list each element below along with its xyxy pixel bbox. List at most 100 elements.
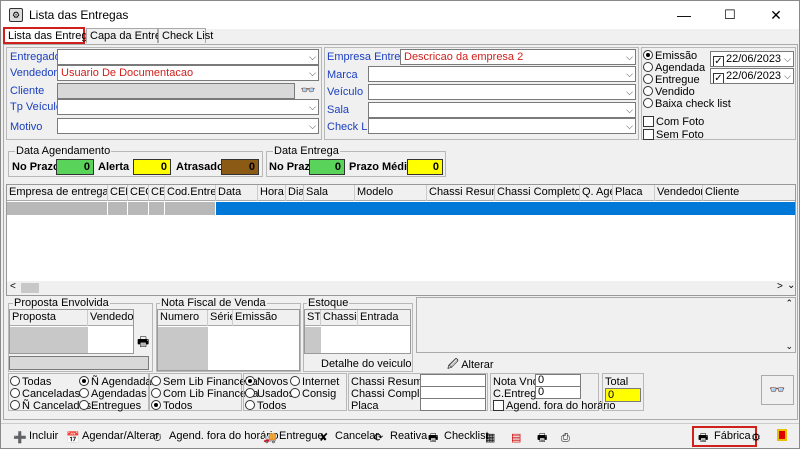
radio-entregues[interactable]: Entregues xyxy=(79,400,141,412)
placa-input[interactable] xyxy=(420,398,486,411)
veiculo-select[interactable]: ⌵ xyxy=(368,84,636,100)
entregue-button[interactable]: 🚚 Entregue xyxy=(263,428,324,446)
scroll-left-icon[interactable]: < xyxy=(10,281,16,292)
check-com-foto[interactable]: Com Foto xyxy=(643,116,704,128)
radio-todas[interactable]: Todas xyxy=(10,376,51,388)
entregador-select[interactable]: ⌵ xyxy=(57,49,319,65)
table-row[interactable] xyxy=(7,202,795,215)
radio-novos[interactable]: Novos xyxy=(245,376,288,388)
printer-icon[interactable]: 🖶 xyxy=(137,333,149,355)
report-button-2[interactable]: ▤ xyxy=(511,428,527,446)
motivo-select[interactable]: ⌵ xyxy=(57,118,319,134)
radio-agendada[interactable]: Agendada xyxy=(643,62,705,74)
incluir-button[interactable]: ➕ Incluir xyxy=(13,428,58,446)
col-data[interactable]: Data xyxy=(216,185,258,201)
col-dia[interactable]: Dia xyxy=(286,185,304,201)
col-modelo[interactable]: Modelo xyxy=(355,185,427,201)
fabrica-button[interactable]: 🖶 Fábrica xyxy=(692,426,757,447)
date-to-picker[interactable]: ✓ 22/06/2023 ⌵ xyxy=(710,68,794,84)
col-ce[interactable]: CE xyxy=(149,185,165,201)
radio-todos-lib[interactable]: Todos xyxy=(151,400,192,412)
print-button[interactable]: 🖶 xyxy=(537,428,553,446)
col-serie[interactable]: Série xyxy=(208,310,233,326)
radio-dot xyxy=(290,388,300,398)
entregas-grid[interactable]: Empresa de entrega CEE CEO CE Cod.Entreg… xyxy=(6,184,796,296)
report-button-1[interactable]: ▦ xyxy=(485,428,501,446)
col-cod-entrega[interactable]: Cod.Entrega xyxy=(165,185,216,201)
date-from-picker[interactable]: ✓ 22/06/2023 ⌵ xyxy=(710,51,794,67)
settings-button[interactable]: ⚙ xyxy=(751,428,767,446)
col-sala[interactable]: Sala xyxy=(304,185,355,201)
radio-entregue[interactable]: Entregue xyxy=(643,74,700,86)
cancelar-button[interactable]: ✘ Cancelar xyxy=(319,428,379,446)
radio-emissao[interactable]: Emissão xyxy=(643,50,697,62)
estoque-grid[interactable]: ST Chassi Entrada xyxy=(304,309,411,354)
col-chassi[interactable]: Chassi xyxy=(321,310,358,326)
chevron-down-icon[interactable]: ⌄ xyxy=(787,280,795,291)
tp-veiculo-select[interactable]: ⌵ xyxy=(57,99,319,115)
minimize-button[interactable]: — xyxy=(661,1,707,29)
col-ceo[interactable]: CEO xyxy=(128,185,149,201)
radio-usados[interactable]: Usados xyxy=(245,388,294,400)
scroll-right-icon[interactable]: > xyxy=(777,281,783,292)
check-agend-fora[interactable]: Agend. fora do horário xyxy=(493,400,615,412)
col-empresa[interactable]: Empresa de entrega xyxy=(7,185,108,201)
tab-lista-entregas[interactable]: Lista das Entregas xyxy=(3,27,99,44)
maximize-button[interactable]: ☐ xyxy=(707,1,753,29)
agend-fora-button[interactable]: ⏱ Agend. fora do horário xyxy=(153,428,278,446)
scroll-up-icon[interactable]: ⌃ xyxy=(785,298,793,309)
col-st[interactable]: ST xyxy=(305,310,321,326)
col-proposta[interactable]: Proposta xyxy=(10,310,88,326)
agendar-button[interactable]: 📅 Agendar/Alterar xyxy=(66,428,159,446)
tab-check-list[interactable]: Check List xyxy=(158,28,213,43)
reativa-button[interactable]: ⟳ Reativa xyxy=(374,428,427,446)
print-preview-icon: ⎙ xyxy=(561,432,570,444)
proposta-grid[interactable]: Proposta Vendedor xyxy=(9,309,134,354)
print-preview-button[interactable]: ⎙ xyxy=(561,428,577,446)
col-placa[interactable]: Placa xyxy=(613,185,655,201)
nota-fiscal-grid[interactable]: Numero Série Emissão xyxy=(157,309,300,371)
sala-select[interactable]: ⌵ xyxy=(368,102,636,118)
marca-select[interactable]: ⌵ xyxy=(368,66,636,82)
radio-novos-label: Novos xyxy=(257,376,289,388)
col-hora[interactable]: Hora xyxy=(258,185,286,201)
radio-consig[interactable]: Consig xyxy=(290,388,336,400)
binoculars-icon[interactable]: 👓 xyxy=(298,83,318,99)
horizontal-scrollbar[interactable]: < > ⌄ xyxy=(7,280,795,295)
cliente-field[interactable] xyxy=(57,83,295,99)
close-button[interactable]: ✕ xyxy=(753,1,799,29)
radio-baixa-check-list[interactable]: Baixa check list xyxy=(643,98,731,110)
col-chassi-resumido[interactable]: Chassi Resumido xyxy=(427,185,495,201)
radio-todos-veic[interactable]: Todos xyxy=(245,400,286,412)
scroll-thumb[interactable] xyxy=(21,283,39,293)
c-entrega-input[interactable]: 0 xyxy=(535,386,581,399)
checklist-select[interactable]: ⌵ xyxy=(368,118,636,134)
tab-capa-entrega[interactable]: Capa da Entrega xyxy=(86,28,173,43)
col-vendedor[interactable]: Vendedor xyxy=(655,185,703,201)
radio-internet[interactable]: Internet xyxy=(290,376,339,388)
col-entrada[interactable]: Entrada xyxy=(358,310,410,326)
date-to-check[interactable]: ✓ xyxy=(713,70,726,83)
scroll-down-icon[interactable]: ⌄ xyxy=(785,341,793,352)
check-sem-foto[interactable]: Sem Foto xyxy=(643,129,704,141)
date-from-check[interactable]: ✓ xyxy=(713,53,726,66)
empresa-select[interactable]: Descricao da empresa 2 ⌵ xyxy=(400,49,636,65)
col-q-age[interactable]: Q. Age xyxy=(580,185,613,201)
radio-sem-lib[interactable]: Sem Lib Financeira xyxy=(151,376,258,388)
radio-agendadas[interactable]: Agendadas xyxy=(79,388,147,400)
col-chassi-completo[interactable]: Chassi Completo xyxy=(495,185,580,201)
col-cee[interactable]: CEE xyxy=(108,185,128,201)
radio-canceladas[interactable]: Canceladas xyxy=(10,388,80,400)
col-cliente[interactable]: Cliente xyxy=(703,185,795,201)
col-numero[interactable]: Numero xyxy=(158,310,208,326)
col-emissao[interactable]: Emissão xyxy=(233,310,299,326)
col-proposta-vendedor[interactable]: Vendedor xyxy=(88,310,133,326)
observacao-memo[interactable]: ⌃ ⌄ xyxy=(416,297,796,353)
detalhe-veiculo-label[interactable]: Detalhe do veiculo xyxy=(321,358,412,370)
exit-button[interactable] xyxy=(777,428,790,446)
checklist-button[interactable]: 🖶 Checklist xyxy=(428,428,489,446)
radio-vendido[interactable]: Vendido xyxy=(643,86,695,98)
radio-n-agendadas[interactable]: Ñ Agendadas xyxy=(79,376,157,388)
vendedor-select[interactable]: Usuario De Documentacao ⌵ xyxy=(57,65,319,81)
search-binoculars-button[interactable]: 👓 xyxy=(761,375,794,405)
